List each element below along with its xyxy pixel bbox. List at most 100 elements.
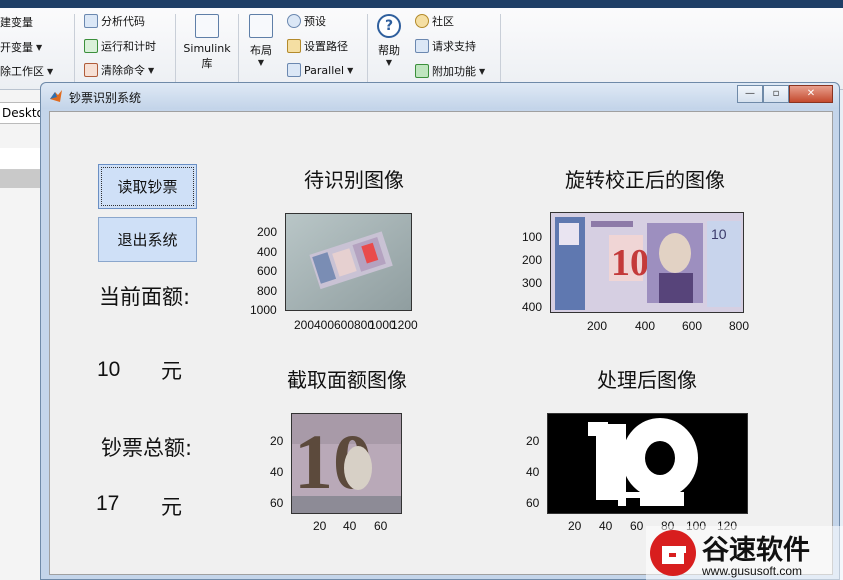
processed-binary-image (548, 414, 747, 513)
open-variable-label: 开变量 (0, 41, 33, 54)
y-tick-label: 200 (522, 253, 543, 267)
request-support-icon (415, 39, 429, 53)
y-tick-label: 60 (270, 496, 284, 510)
simulink-label: Simulink (183, 42, 231, 55)
axes-title-cropped: 截取面额图像 (287, 368, 407, 392)
y-tick-label: 400 (257, 245, 278, 259)
close-button[interactable]: ✕ (789, 85, 833, 103)
svg-text:10: 10 (711, 226, 727, 242)
x-tick-label: 600 (334, 318, 355, 332)
current-denomination-label: 当前面额: (99, 285, 191, 309)
exit-system-button[interactable]: 退出系统 (98, 217, 197, 262)
y-tick-label: 60 (526, 496, 540, 510)
watermark: 谷速软件 www.gususoft.com (646, 526, 843, 580)
folder-icon (287, 39, 301, 53)
toolstrip-clear-workspace[interactable]: 除工作区 ▼ (0, 63, 53, 79)
read-banknote-button[interactable]: 读取钞票 (98, 164, 197, 209)
maximize-button[interactable]: ▫ (763, 85, 789, 103)
watermark-brand: 谷速软件 (702, 535, 810, 566)
window-controls: — ▫ ✕ (737, 85, 833, 103)
x-tick-label: 800 (729, 319, 750, 333)
analyze-code-label: 分析代码 (101, 15, 145, 28)
current-denomination-unit: 元 (161, 359, 182, 383)
clear-workspace-label: 除工作区 (0, 65, 44, 78)
x-tick-label: 200 (587, 319, 608, 333)
toolstrip-request-support[interactable]: 请求支持 (415, 38, 476, 54)
dropdown-arrow-icon: ▼ (347, 65, 354, 75)
add-ons-label: 附加功能 (432, 65, 476, 78)
x-tick-label: 60 (630, 519, 644, 533)
exit-system-label: 退出系统 (117, 231, 178, 249)
toolstrip-new-variable[interactable]: 建变量 (0, 14, 33, 30)
svg-text:10: 10 (611, 242, 649, 284)
dropdown-arrow-icon: ▼ (47, 66, 54, 76)
new-variable-label: 建变量 (0, 16, 33, 29)
toolstrip-run-and-time[interactable]: 运行和计时 (84, 38, 156, 54)
original-banknote-photo (286, 214, 411, 310)
x-tick-label: 20 (568, 519, 582, 533)
y-tick-label: 20 (526, 434, 540, 448)
community-label: 社区 (432, 15, 454, 28)
y-tick-label: 100 (522, 230, 543, 244)
toolstrip-community[interactable]: 社区 (415, 13, 454, 29)
separator (238, 14, 239, 86)
y-tick-label: 400 (522, 300, 543, 314)
toolstrip-preferences[interactable]: 预设 (287, 13, 326, 29)
y-tick-label: 20 (270, 434, 284, 448)
separator (74, 14, 75, 86)
dropdown-arrow-icon: ▼ (148, 65, 155, 75)
separator (500, 14, 501, 86)
help-label: 帮助 (378, 44, 400, 57)
toolstrip-add-ons[interactable]: 附加功能 ▼ (415, 63, 485, 79)
toolstrip-parallel[interactable]: Parallel ▼ (287, 63, 353, 77)
simulink-library-button[interactable]: Simulink 库 (183, 14, 231, 71)
rotated-banknote-image: 10 10 (551, 213, 743, 312)
x-tick-label: 200 (294, 318, 315, 332)
cropped-denomination-image: 10 (292, 414, 401, 513)
community-icon (415, 14, 429, 28)
x-tick-label: 1200 (391, 318, 418, 332)
layout-icon (249, 14, 273, 38)
read-banknote-label: 读取钞票 (117, 178, 178, 196)
layout-label: 布局 (250, 44, 272, 57)
dropdown-arrow-icon: ▼ (36, 42, 43, 52)
x-tick-label: 400 (635, 319, 656, 333)
toolstrip-set-path[interactable]: 设置路径 (287, 38, 348, 54)
toolstrip-clear-commands[interactable]: 清除命令 ▼ (84, 62, 154, 78)
toolstrip-open-variable[interactable]: 开变量 ▼ (0, 39, 42, 55)
run-and-time-icon (84, 39, 98, 53)
dropdown-arrow-icon: ▼ (479, 66, 486, 76)
separator (367, 14, 368, 86)
y-tick-label: 200 (257, 225, 278, 239)
y-tick-label: 300 (522, 276, 543, 290)
clear-commands-label: 清除命令 (101, 64, 145, 77)
help-icon: ? (377, 14, 401, 38)
preferences-label: 预设 (304, 15, 326, 28)
figure-title-bar[interactable]: 钞票识别系统 — ▫ ✕ (41, 83, 839, 109)
total-amount-label: 钞票总额: (101, 436, 193, 460)
watermark-url: www.gususoft.com (702, 564, 803, 578)
y-tick-label: 1000 (250, 303, 277, 317)
help-button[interactable]: ? 帮助 ▼ (372, 14, 406, 67)
y-tick-label: 600 (257, 264, 278, 278)
set-path-label: 设置路径 (304, 40, 348, 53)
axes-rotated-image: 10 10 (550, 212, 744, 313)
axes-processed-image (547, 413, 748, 514)
toolstrip: 建变量 开变量 ▼ 除工作区 ▼ 分析代码 运行和计时 清除命令 ▼ Simul… (0, 8, 843, 90)
matlab-logo-icon (50, 90, 62, 102)
parallel-label: Parallel (304, 63, 345, 77)
toolstrip-analyze-code[interactable]: 分析代码 (84, 13, 145, 29)
total-amount-unit: 元 (161, 495, 182, 519)
x-tick-label: 60 (374, 519, 388, 533)
analyze-code-icon (84, 14, 98, 28)
minimize-button[interactable]: — (737, 85, 763, 103)
x-tick-label: 400 (314, 318, 335, 332)
simulink-label-2: 库 (201, 57, 213, 70)
figure-title: 钞票识别系统 (69, 91, 142, 105)
layout-button[interactable]: 布局 ▼ (244, 14, 278, 67)
x-tick-label: 600 (682, 319, 703, 333)
gear-icon (287, 14, 301, 28)
y-tick-label: 40 (270, 465, 284, 479)
x-tick-label: 40 (599, 519, 613, 533)
total-amount-value: 17 (96, 492, 120, 515)
